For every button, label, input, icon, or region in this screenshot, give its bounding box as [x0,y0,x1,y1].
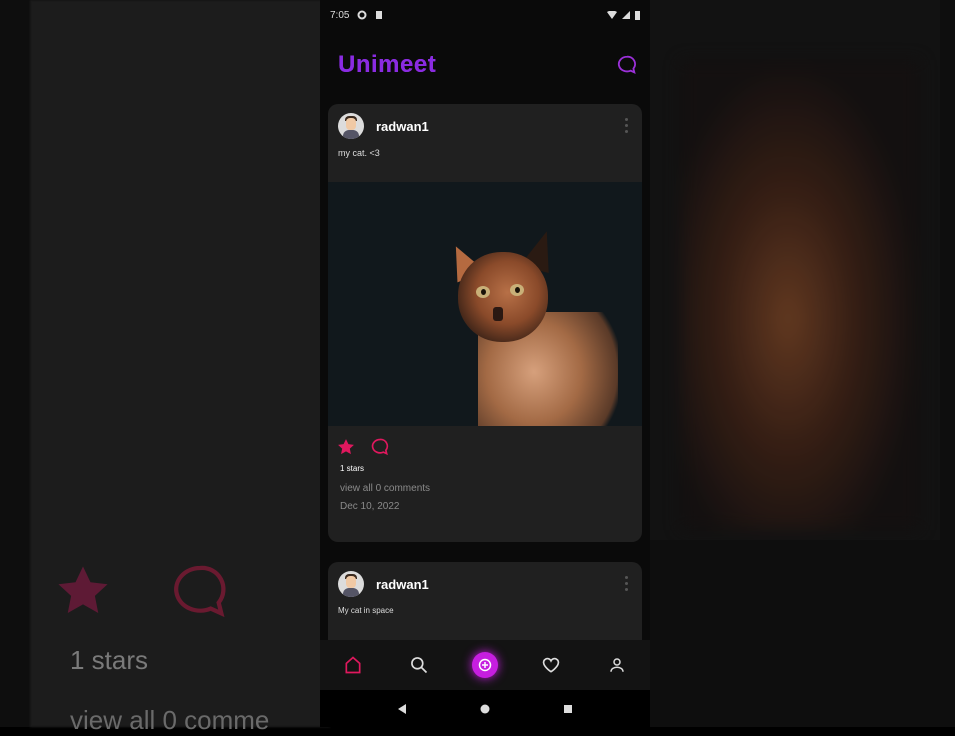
nav-favorites[interactable] [535,649,567,681]
settings-icon [357,10,367,20]
battery-icon [635,11,640,20]
post-username[interactable]: radwan1 [376,577,429,592]
backdrop-right-panel [640,0,940,540]
nav-profile[interactable] [601,649,633,681]
nav-add[interactable] [469,649,501,681]
more-options-icon[interactable] [625,576,628,591]
bottom-nav [320,640,650,690]
home-icon [345,656,361,674]
backdrop-stars-text: 1 stars [70,645,149,675]
post-caption: my cat. <3 [338,148,380,158]
avatar[interactable] [338,571,364,597]
nav-search[interactable] [403,649,435,681]
nav-home[interactable] [337,649,369,681]
signal-icon [622,11,630,19]
status-bar: 7:05 [320,0,650,30]
stars-count: 1 stars [340,464,365,473]
app-bar: Unimeet [320,30,650,100]
wifi-icon [607,11,617,19]
view-comments-link[interactable]: view all 0 comments [328,477,642,494]
backdrop-comments-text: view all 0 comme [70,705,270,735]
post-photo [328,182,642,426]
status-time: 7:05 [330,9,350,21]
comment-icon[interactable] [370,437,390,457]
chat-bubble-icon[interactable] [616,54,638,76]
back-icon[interactable] [396,703,408,715]
search-icon [411,657,428,674]
app-logo: Unimeet [338,51,437,78]
post-header: radwan1 [328,104,642,148]
profile-icon [610,658,624,672]
post-card: radwan1 my cat. <3 1 stars view all 0 co… [328,104,642,542]
recents-icon[interactable] [562,703,574,715]
backdrop-chat-bubble-icon [174,565,226,618]
backdrop-star-icon [58,566,108,613]
more-options-icon[interactable] [625,118,628,133]
phone-screen: 7:05 Unimeet radwan1 my cat. <3 1 stars … [320,0,650,727]
backdrop-cat-blur [680,60,920,530]
post-date: Dec 10, 2022 [340,501,400,512]
avatar[interactable] [338,113,364,139]
system-nav-bar [320,690,650,727]
sim-card-icon [376,11,383,19]
post-username[interactable]: radwan1 [376,119,429,134]
star-icon[interactable] [336,437,356,457]
post-header: radwan1 [328,562,642,606]
post-caption: My cat in space [338,606,394,615]
heart-icon [542,657,560,673]
add-icon [472,652,498,678]
post-actions [328,426,642,460]
home-circle-icon[interactable] [479,703,491,715]
